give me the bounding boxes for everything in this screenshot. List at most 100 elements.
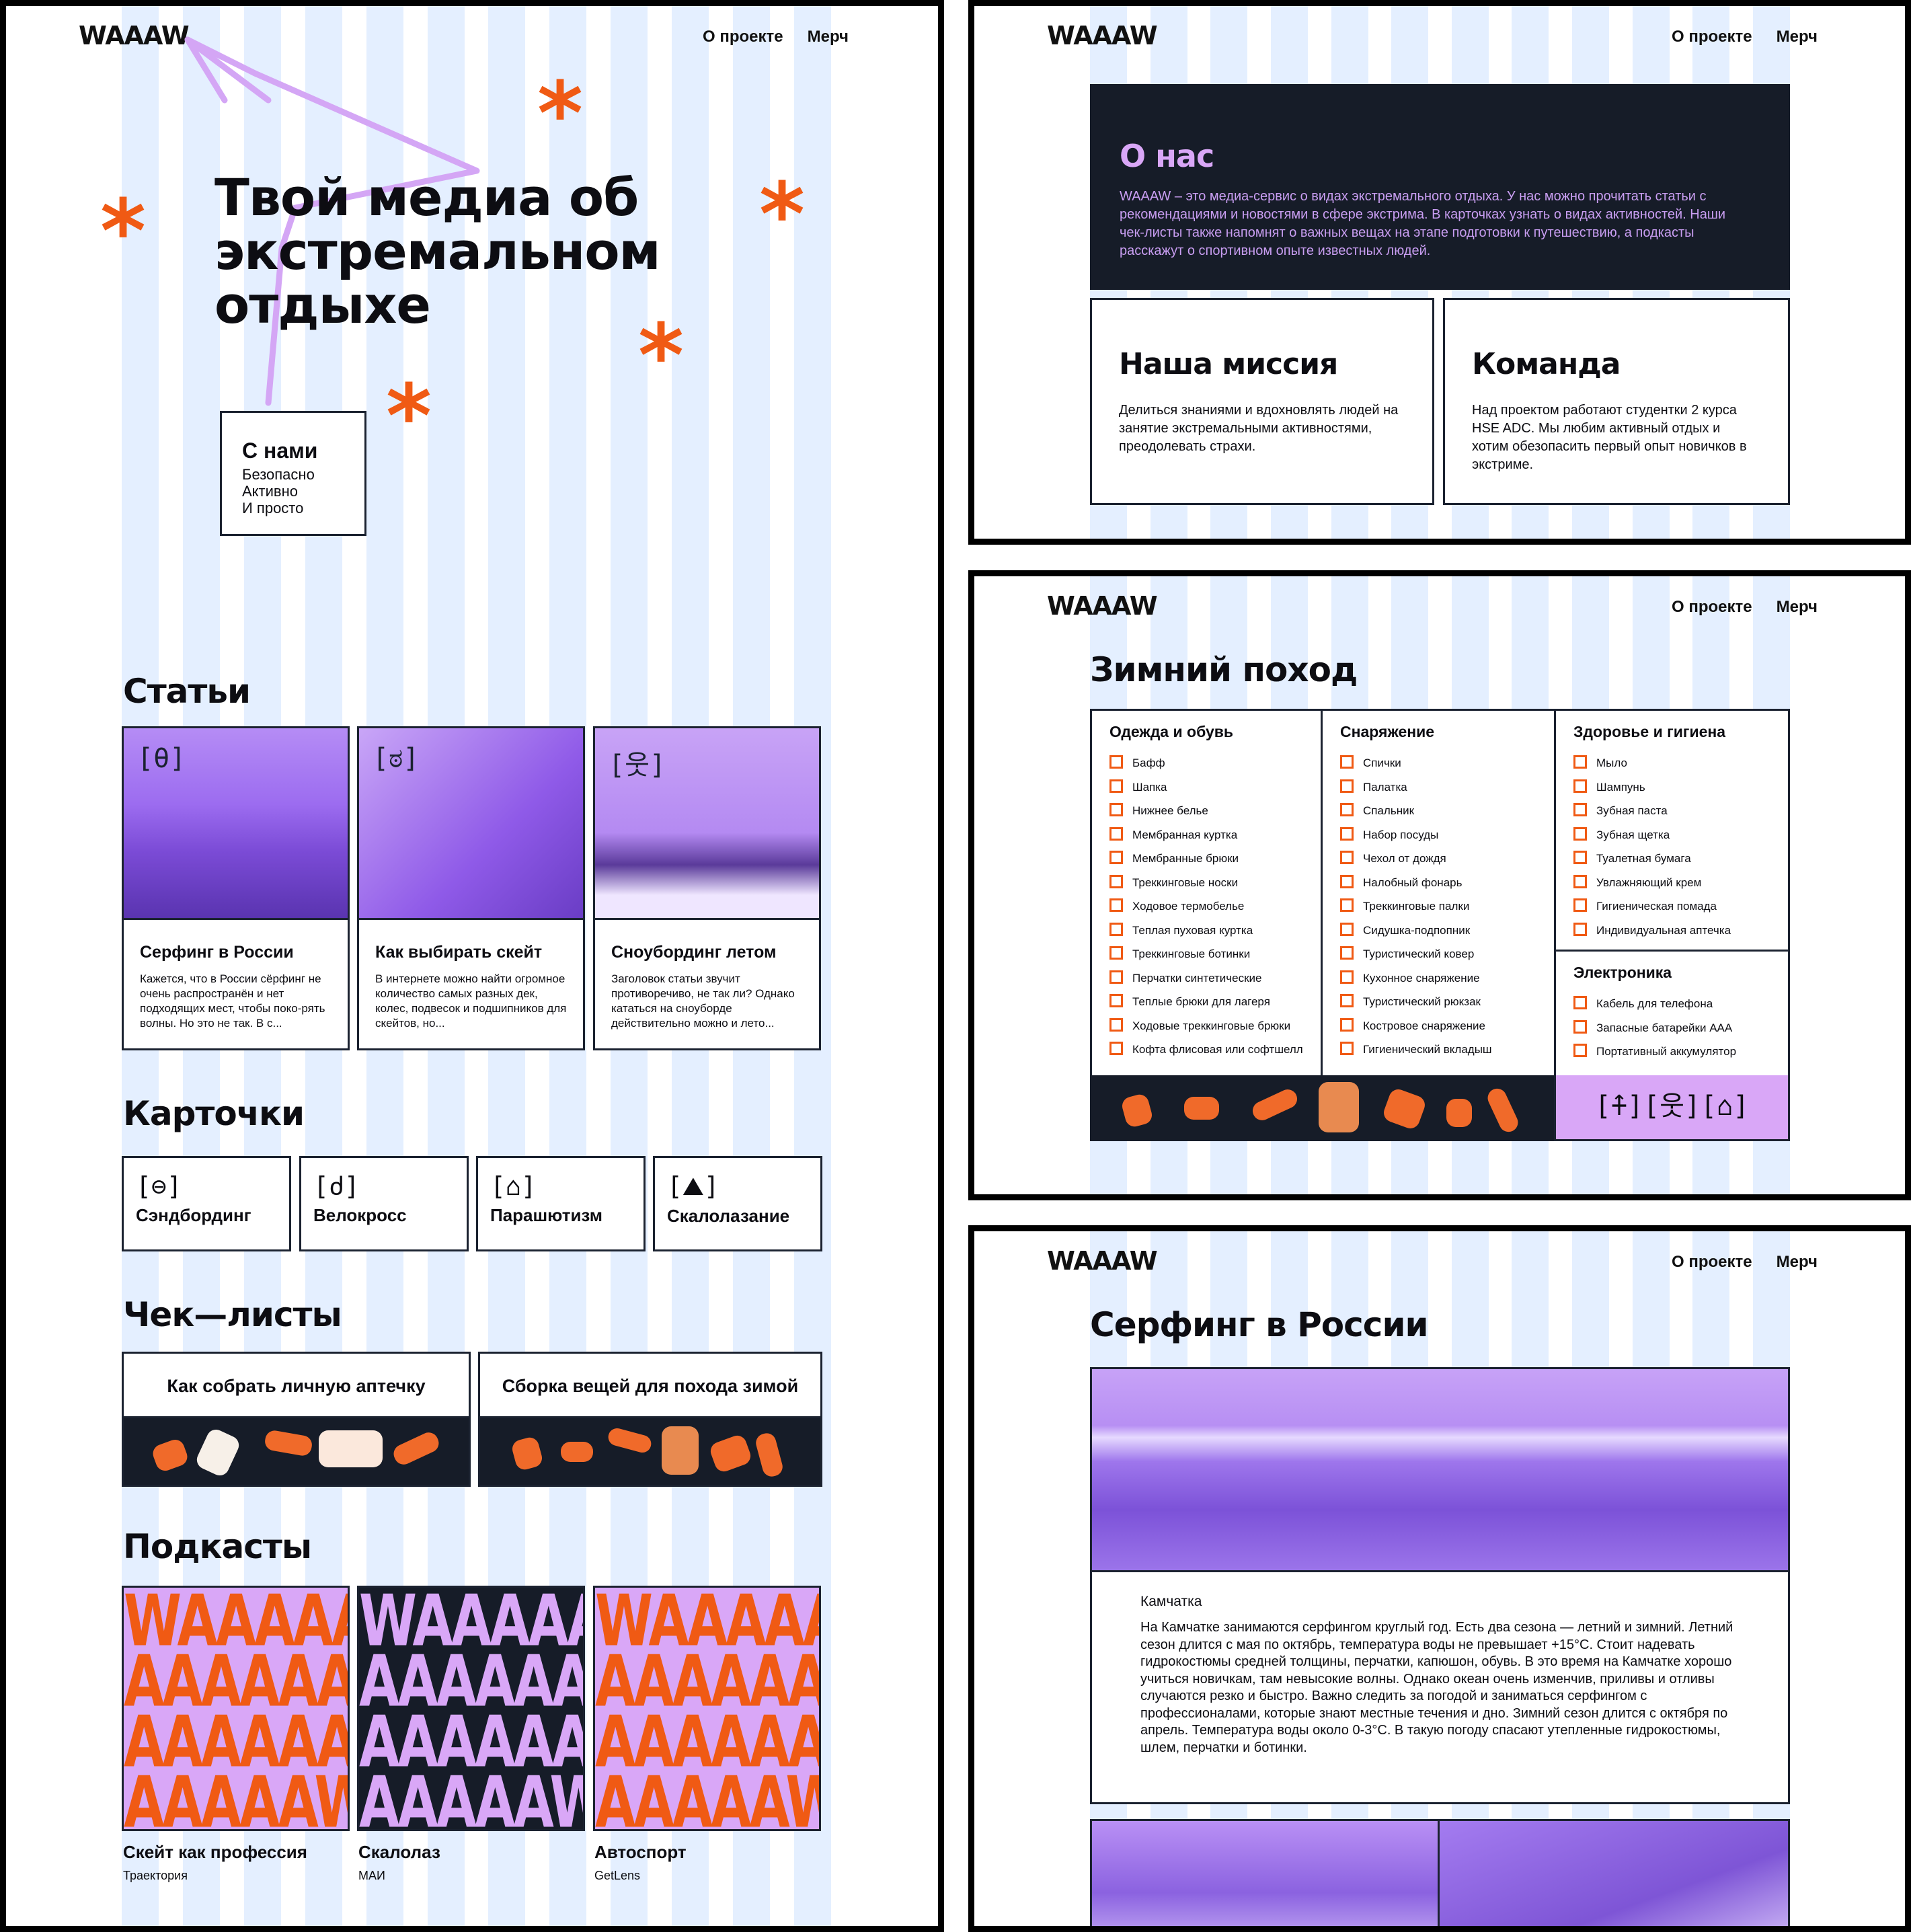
checklist-item[interactable]: Шампунь [1573,775,1731,800]
checklist-column: Здоровье и гигиена Мыло Шампунь Зубная п… [1554,709,1790,952]
article-image: [θ] [124,728,348,920]
nav-merch-link[interactable]: Мерч [1777,1253,1818,1272]
checklist-item[interactable]: Портативный аккумулятор [1573,1040,1736,1064]
badge-line: И просто [242,500,304,516]
article-page-title: Серфинг в России [1090,1305,1429,1344]
mission-text: Делиться знаниями и вдохновлять людей на… [1119,403,1399,454]
checklist-item[interactable]: Шапка [1109,775,1303,800]
logo[interactable]: WAAAW [1047,1246,1158,1276]
checklist-item[interactable]: Индивидуальная аптечка [1573,919,1731,943]
checklist-item[interactable]: Гигиеническая помада [1573,894,1731,919]
top-nav: О проекте Мерч [703,28,849,46]
checklist-item[interactable]: Кофта флисовая или софтшелл [1109,1038,1303,1062]
activity-icons-block: [⍏][웃][⌂] [1554,1075,1790,1141]
checklist-item[interactable]: Ходовое термобелье [1109,894,1303,919]
nav-merch-link[interactable]: Мерч [808,28,849,46]
winter-checklist-frame: WAAAW О проекте Мерч Зимний поход Одежда… [968,570,1911,1200]
top-nav: О проекте Мерч [1672,598,1818,617]
checklist-item[interactable]: Кухонное снаряжение [1340,966,1492,991]
checklist-card[interactable]: Сборка вещей для похода зимой [478,1352,822,1487]
checklist-item[interactable]: Туалетная бумага [1573,847,1731,871]
podcast-title[interactable]: Автоспорт [594,1842,687,1863]
article-title: Как выбирать скейт [375,943,543,962]
checklist-item[interactable]: Набор посуды [1340,823,1492,847]
article-card[interactable]: [웃] Сноубординг летом Заголовок статьи з… [593,726,821,1050]
checklist-item[interactable]: Кабель для телефона [1573,992,1736,1016]
about-title: О нас [1120,138,1214,174]
article-icon: [웃] [609,750,666,781]
podcast-cover[interactable]: WAAAAAAAAAAAAAAAAAAAAAAAW [593,1586,821,1831]
checklist-item[interactable]: Туристический рюкзак [1340,990,1492,1014]
article-text: На Камчатке занимаются серфингом круглый… [1140,1620,1733,1755]
checklist-item[interactable]: Спальник [1340,799,1492,823]
checklist-item[interactable]: Теплая пуховая куртка [1109,919,1303,943]
activity-icons: [⍏][웃][⌂] [1594,1091,1750,1122]
article-icon: [θ] [137,743,186,774]
podcast-title[interactable]: Скалолаз [358,1842,440,1863]
nav-about-link[interactable]: О проекте [1672,1253,1752,1272]
logo[interactable]: WAAAW [1047,21,1158,50]
checklist-item[interactable]: Зубная паста [1573,799,1731,823]
podcast-title[interactable]: Скейт как профессия [123,1842,307,1863]
checklist-card[interactable]: Как собрать личную аптечку [122,1352,471,1487]
checklist-item[interactable]: Мыло [1573,751,1731,775]
activity-icon: [⌂] [490,1171,537,1201]
checklist-item[interactable]: Мембранная куртка [1109,823,1303,847]
checklist-item[interactable]: Мембранные брюки [1109,847,1303,871]
checklist-item[interactable]: Треккинговые ботинки [1109,942,1303,966]
asterisk-icon: * [537,63,583,165]
column-title: Здоровье и гигиена [1573,723,1726,740]
asterisk-icon: * [386,365,432,467]
about-text: WAAAW – это медиа-сервис о видах экстрем… [1120,189,1726,258]
checklist-item[interactable]: Туристический ковер [1340,942,1492,966]
gallery-image [1438,1819,1790,1926]
checklist-item[interactable]: Увлажняющий крем [1573,871,1731,895]
column-title: Электроника [1573,964,1672,981]
nav-about-link[interactable]: О проекте [703,28,783,46]
nav-merch-link[interactable]: Мерч [1777,28,1818,46]
mission-card: Наша миссия Делиться знаниями и вдохновл… [1090,298,1434,505]
logo[interactable]: WAAAW [79,21,190,50]
article-card[interactable]: [ಠ] Как выбирать скейт В интернете можно… [357,726,585,1050]
nav-about-link[interactable]: О проекте [1672,28,1752,46]
checklist-item[interactable]: Запасные батарейки AAA [1573,1016,1736,1040]
article-text: Кажется, что в России сёрфинг не очень р… [140,972,325,1030]
checklist-item[interactable]: Сидушка-подпопник [1340,919,1492,943]
checklist-item[interactable]: Треккинговые носки [1109,871,1303,895]
article-card[interactable]: [θ] Серфинг в России Кажется, что в Росс… [122,726,350,1050]
column-title: Одежда и обувь [1109,723,1234,740]
activity-label: Парашютизм [490,1205,602,1225]
checklist-item[interactable]: Бафф [1109,751,1303,775]
logo[interactable]: WAAAW [1047,591,1158,621]
activity-icon: [⊖] [136,1171,182,1201]
checklist-item[interactable]: Перчатки синтетические [1109,966,1303,991]
podcast-author: Траектория [123,1869,188,1882]
badge-line: Безопасно [242,466,315,483]
checklist-item[interactable]: Палатка [1340,775,1492,800]
checklist-item[interactable]: Чехол от дождя [1340,847,1492,871]
checklist-item[interactable]: Треккинговые палки [1340,894,1492,919]
section-title-cards: Карточки [123,1094,305,1133]
checklist-column: Электроника Кабель для телефона Запасные… [1554,950,1790,1077]
checklist-item[interactable]: Зубная щетка [1573,823,1731,847]
activity-card[interactable]: [⌂] Парашютизм [476,1156,646,1251]
checklist-item[interactable]: Теплые брюки для лагеря [1109,990,1303,1014]
checklist-item[interactable]: Костровое снаряжение [1340,1014,1492,1038]
podcast-cover[interactable]: WAAAAAAAAAAAAAAAAAAAAAAAW [122,1586,350,1831]
checklist-item[interactable]: Нижнее белье [1109,799,1303,823]
activity-card[interactable]: [ძ] Велокросс [299,1156,469,1251]
checklist-items: Спички Палатка Спальник Набор посуды Чех… [1340,751,1492,1062]
checklist-item[interactable]: Налобный фонарь [1340,871,1492,895]
podcast-cover[interactable]: WAAAAAAAAAAAAAAAAAAAAAAAW [357,1586,585,1831]
podcast-author: GetLens [594,1869,641,1882]
activity-card[interactable]: [⊖] Сэндбординг [122,1156,291,1251]
nav-merch-link[interactable]: Мерч [1777,598,1818,617]
nav-about-link[interactable]: О проекте [1672,598,1752,617]
article-text: Заголовок статьи звучит противоречиво, н… [611,972,795,1030]
checklist-item[interactable]: Спички [1340,751,1492,775]
checklist-item[interactable]: Ходовые треккинговые брюки [1109,1014,1303,1038]
checklist-item[interactable]: Гигиенический вкладыш [1340,1038,1492,1062]
article-image: [ಠ] [359,728,583,920]
activity-card[interactable]: [⛰] Скалолазание [653,1156,822,1251]
asterisk-icon: * [100,180,146,282]
